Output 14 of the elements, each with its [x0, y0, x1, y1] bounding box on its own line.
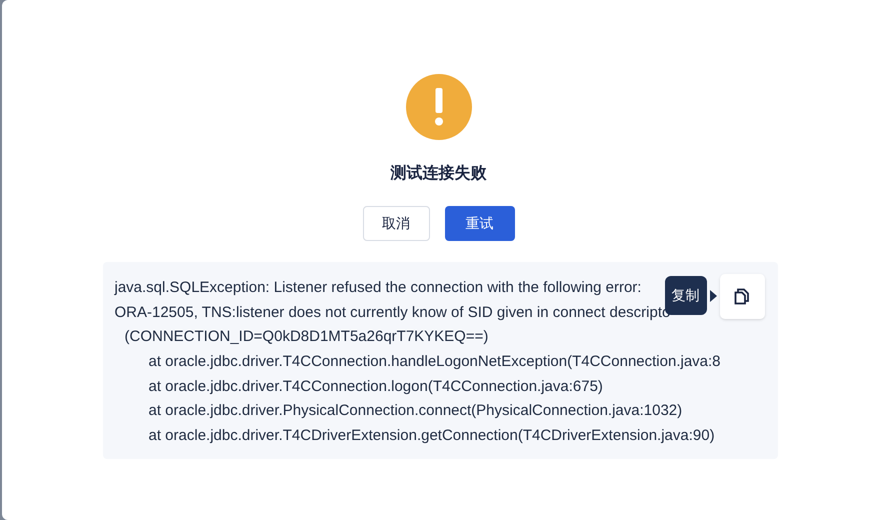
- retry-button[interactable]: 重试: [444, 206, 514, 241]
- log-line: at oracle.jdbc.driver.T4CConnection.logon(T4CConnection.java:675): [148, 378, 603, 395]
- tooltip-arrow-icon: [710, 290, 716, 302]
- log-line: at oracle.jdbc.driver.PhysicalConnection.connect(PhysicalConnection.java:1032): [148, 402, 682, 420]
- log-line: java.sql.SQLException: Listener refused the connection with the following error:: [114, 279, 642, 296]
- copy-icon: [734, 288, 750, 305]
- dialog-title: 测试连接失败: [390, 163, 486, 184]
- log-line: (CONNECTION_ID=Q0kD8D1MT5a26qrT7KYKEQ==): [124, 328, 488, 346]
- log-line: at oracle.jdbc.driver.T4CConnection.handleLogonNetException(T4CConnection.java:8: [148, 353, 721, 370]
- warning-icon: [406, 74, 472, 140]
- copy-button[interactable]: [720, 274, 764, 319]
- log-line: at oracle.jdbc.driver.T4CDriverExtension.getConnection(T4CDriverExtension.java:90): [148, 427, 715, 444]
- copy-tooltip: 复制: [664, 276, 706, 315]
- cancel-button[interactable]: 取消: [362, 206, 430, 241]
